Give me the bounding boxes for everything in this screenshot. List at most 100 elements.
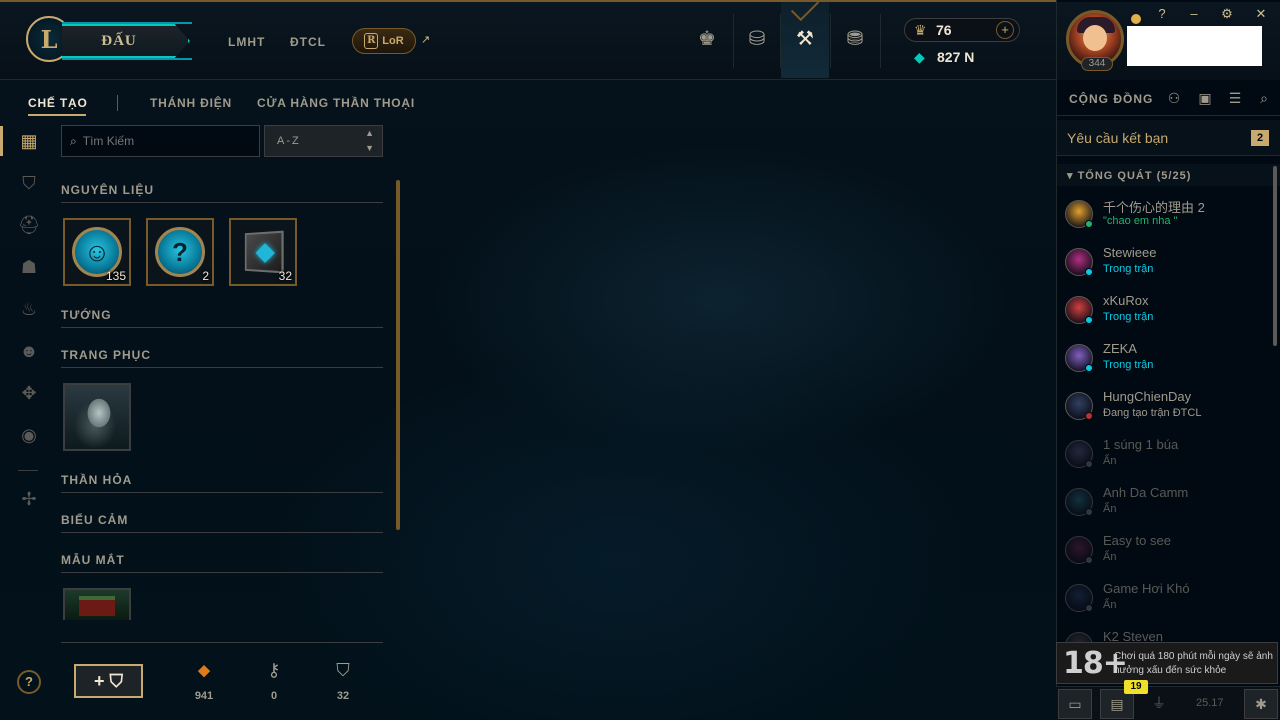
skin-mask-icon[interactable]: ☗ (17, 255, 41, 279)
sort-value: A-Z (277, 135, 301, 147)
friend-status: Trong trận (1103, 359, 1154, 371)
sort-dropdown[interactable]: A-Z ▲ ▼ (264, 125, 383, 157)
friend-group-header[interactable]: ▾ TỔNG QUÁT (5/25) (1057, 164, 1280, 186)
close-icon[interactable]: ✕ (1252, 6, 1270, 22)
section-divider (61, 367, 383, 368)
lor-icon: R (364, 33, 379, 49)
mystery-orb-icon: ? (155, 227, 205, 277)
misc-loot-icon[interactable]: ✢ (17, 487, 41, 511)
play-button[interactable]: ĐẤU (62, 24, 190, 58)
friend-status-dot (1085, 508, 1093, 516)
search-field[interactable]: ⌕ (61, 125, 260, 157)
friend-list-item[interactable]: 千个伤心的理由 2 "chao em nha " (1057, 192, 1273, 240)
emote-face-icon[interactable]: ☻ (17, 339, 41, 363)
profile-icon[interactable]: ◉ (17, 423, 41, 447)
rp-coin-icon: ♛ (914, 22, 927, 38)
ranked-emblem-icon[interactable]: ♚ (692, 24, 722, 54)
key-value: 0 (270, 690, 278, 702)
buy-rp-button[interactable]: + (996, 21, 1014, 39)
flame-icon[interactable]: ♨ (17, 297, 41, 321)
tab-sanctum[interactable]: THÁNH ĐIỆN (150, 96, 232, 110)
friend-status-dot (1085, 556, 1093, 564)
orange-essence-icon: ⬥ (197, 660, 211, 680)
friend-status: Ẩn (1103, 599, 1117, 611)
tab-mythic-shop[interactable]: CỬA HÀNG THẦN THOẠI (257, 96, 415, 110)
nav-link-lmht[interactable]: LMHT (228, 35, 265, 49)
friend-list-item[interactable]: HungChienDay Đang tạo trận ĐTCL (1057, 384, 1273, 432)
friend-status-dot (1085, 316, 1093, 324)
be-balance: 827 N (937, 49, 975, 65)
ward-skin-image (65, 590, 129, 620)
friend-requests-row[interactable]: Yêu cầu kết bạn 2 (1057, 120, 1280, 156)
summoner-level: 344 (1081, 57, 1113, 71)
section-emotes-title: BIỂU CẢM (61, 513, 129, 527)
help-button[interactable]: ? (17, 670, 41, 694)
champion-helmet-icon[interactable]: ⛑ (17, 213, 41, 237)
loot-item-skin-shard[interactable] (63, 383, 131, 451)
availability-dot[interactable] (1131, 14, 1141, 24)
store-coins-icon[interactable]: ⛃ (840, 24, 870, 54)
loot-item-mystery-orb[interactable]: ? 2 (146, 218, 214, 286)
orange-essence-value: 941 (194, 690, 214, 702)
league-client-window: L ĐẤU LMHT ĐTCL R LoR ↗ ♚ ⛁ ⚒ ⛃ ♛ 76 + ◆… (0, 0, 1280, 720)
age-warning-notice: 18+ Chơi quá 180 phút mỗi ngày sẽ ảnh hư… (1056, 642, 1278, 684)
lor-button[interactable]: R LoR (352, 28, 416, 54)
minimize-icon[interactable]: – (1185, 6, 1203, 21)
loot-list-scrollbar[interactable] (396, 180, 400, 530)
rail-separator (18, 470, 38, 471)
loot-item-mastery-token[interactable]: ☺ 135 (63, 218, 131, 286)
friend-requests-badge: 2 (1251, 130, 1269, 146)
friend-status: Đang tạo trận ĐTCL (1103, 407, 1202, 419)
lor-label: LoR (382, 35, 404, 47)
rail-active-indicator (0, 126, 3, 156)
social-panel: 344 ? – ⚙ ✕ CỘNG ĐỒNG ⚇ ▣ ☰ ⌕ Yêu cầu kế… (1056, 0, 1280, 720)
rp-balance: 76 (936, 22, 952, 38)
friend-name: Easy to see (1103, 533, 1171, 548)
section-ward-skins-title: MẪU MẮT (61, 553, 125, 567)
friend-status-dot (1085, 604, 1093, 612)
summoner-name-redacted (1127, 26, 1262, 66)
tab-crafting[interactable]: CHẾ TẠO (28, 96, 88, 110)
loot-item-hextech-chest[interactable]: 32 (229, 218, 297, 286)
chest-gem (255, 243, 275, 263)
loot-crafting-icon[interactable]: ⚒ (790, 24, 820, 54)
report-bug-icon[interactable]: ✱ (1244, 689, 1278, 719)
chest-filter-icon[interactable]: ⛉ (17, 171, 41, 195)
friend-name: HungChienDay (1103, 389, 1192, 404)
loot-item-ward-skin[interactable] (63, 588, 131, 620)
help-window-icon[interactable]: ? (1153, 6, 1171, 21)
friend-list-item[interactable]: Stewieee Trong trận (1057, 240, 1273, 288)
blue-essence-icon: ◆ (914, 49, 925, 65)
add-folder-icon[interactable]: ▣ (1196, 90, 1214, 107)
loot-count: 135 (105, 269, 126, 283)
friend-name: Anh Da Camm (1103, 485, 1189, 500)
craft-key-button[interactable]: + ⛉ (74, 664, 143, 698)
search-input[interactable] (82, 134, 243, 148)
friend-list-item[interactable]: Game Hơi Khó Ẩn (1057, 576, 1273, 624)
social-title: CỘNG ĐỒNG (1069, 92, 1154, 106)
friend-list-scrollbar[interactable] (1273, 166, 1277, 346)
friend-list-item[interactable]: Anh Da Camm Ẩn (1057, 480, 1273, 528)
social-search-icon[interactable]: ⌕ (1255, 90, 1273, 107)
friend-name: 1 súng 1 búa (1103, 437, 1179, 452)
nav-link-dtcl[interactable]: ĐTCL (290, 35, 326, 49)
friend-list-item[interactable]: Easy to see Ẩn (1057, 528, 1273, 576)
add-friend-icon[interactable]: ⚇ (1165, 90, 1183, 107)
nav-separator (880, 14, 881, 68)
skin-splash-image (65, 385, 129, 449)
friend-list-item[interactable]: 1 súng 1 búa Ẩn (1057, 432, 1273, 480)
chest-count-value: 32 (336, 690, 350, 702)
collection-backpack-icon[interactable]: ⛁ (742, 24, 772, 54)
settings-gear-icon[interactable]: ⚙ (1218, 6, 1236, 22)
friend-name: Game Hơi Khó (1103, 581, 1190, 596)
section-divider (61, 532, 383, 533)
friend-name: 千个伤心的理由 2 (1103, 200, 1205, 215)
list-view-icon[interactable]: ☰ (1226, 90, 1244, 107)
ward-icon[interactable]: ✥ (17, 381, 41, 405)
grid-all-icon[interactable]: ▦ (17, 129, 41, 153)
chat-icon[interactable]: ▭ (1058, 689, 1092, 719)
notification-count-badge: 19 (1124, 680, 1148, 694)
friend-status: Ẩn (1103, 455, 1117, 467)
friend-list-item[interactable]: xKuRox Trong trận (1057, 288, 1273, 336)
friend-list-item[interactable]: ZEKA Trong trận (1057, 336, 1273, 384)
